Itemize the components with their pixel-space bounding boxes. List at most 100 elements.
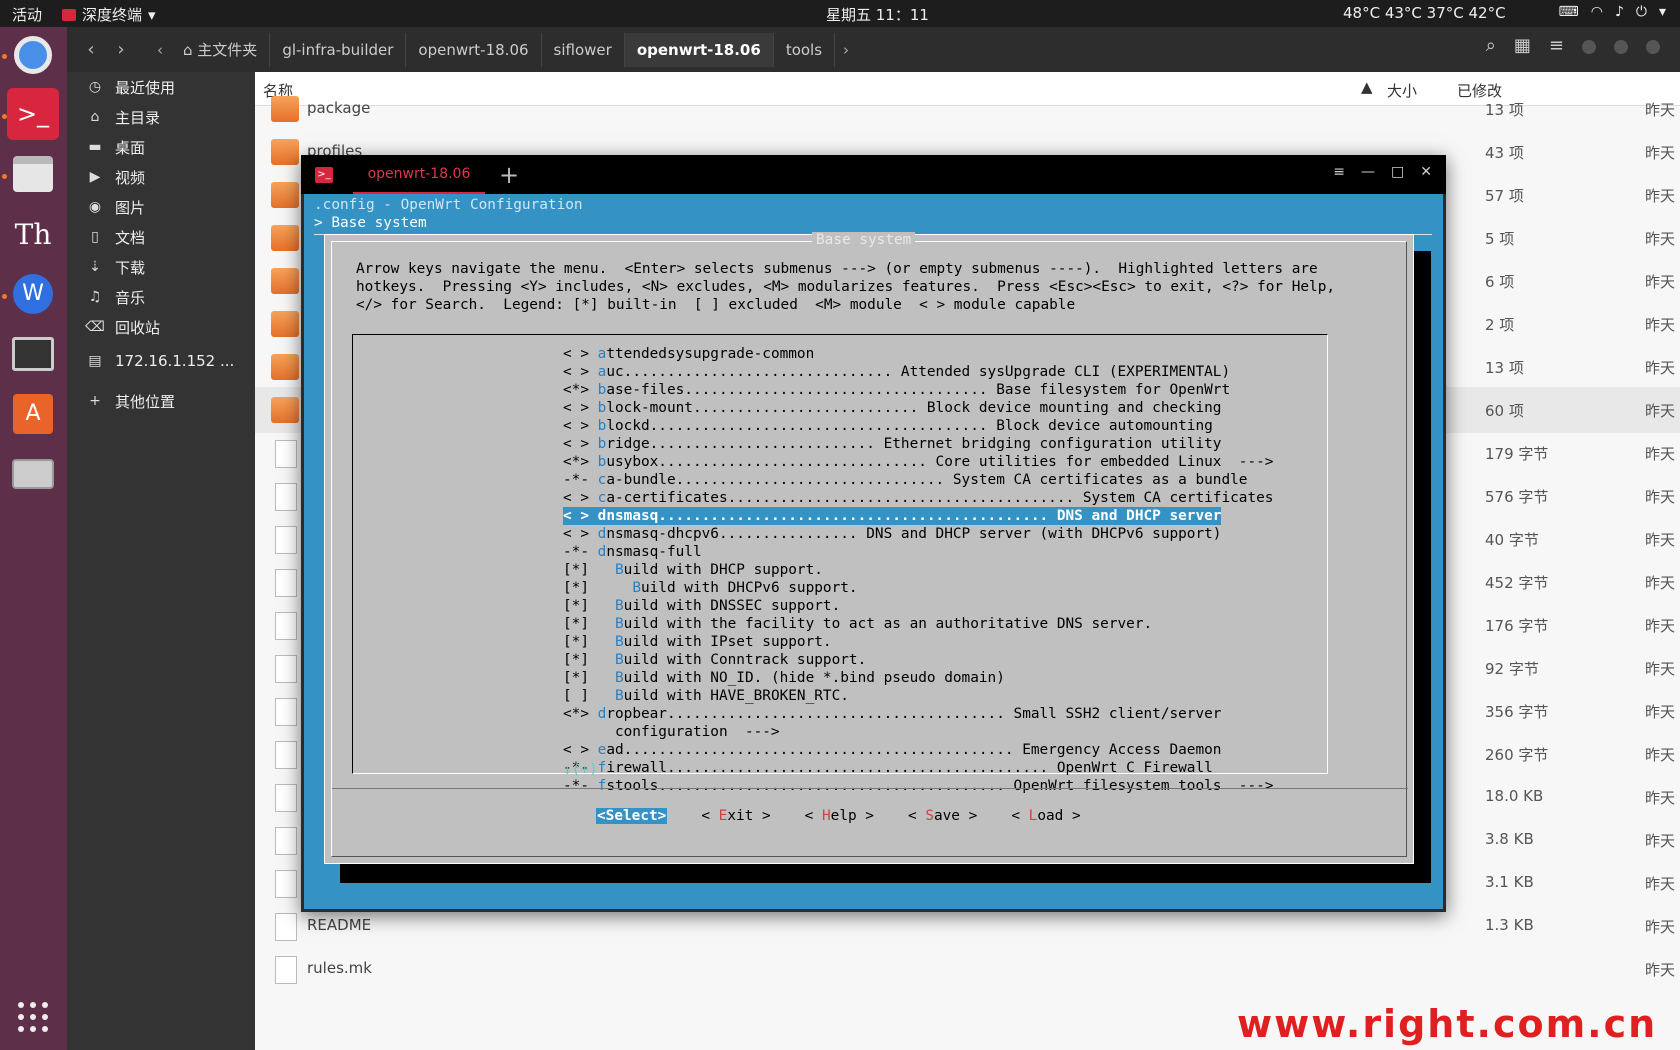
file-row[interactable]: rules.mk 昨天 <box>255 946 1680 992</box>
close-icon[interactable]: ✕ <box>1420 164 1432 180</box>
breadcrumb-scroll-right[interactable]: › <box>835 33 857 67</box>
menu-item[interactable]: < > bridge.......................... Eth… <box>563 435 1273 453</box>
close-button[interactable] <box>1646 40 1660 54</box>
menu-item[interactable]: <*> base-files..........................… <box>563 381 1273 399</box>
file-icon <box>275 827 297 855</box>
menu-item[interactable]: -*- firewall............................… <box>563 759 1273 777</box>
menu-item[interactable]: < > auc............................... A… <box>563 363 1273 381</box>
sidebar-item[interactable]: ▯ 文档 <box>67 222 255 252</box>
file-size: 18.0 KB <box>1485 787 1544 805</box>
minimize-icon[interactable]: — <box>1361 164 1375 180</box>
terminal-body[interactable]: .config - OpenWrt Configuration > Base s… <box>304 194 1443 909</box>
folder-icon <box>271 225 299 251</box>
dialog-button[interactable]: < Help > <box>805 808 874 824</box>
breadcrumb-scroll-left[interactable]: ‹ <box>149 33 171 67</box>
terminal-tab[interactable]: openwrt-18.06 <box>353 155 485 194</box>
chevron-down-icon: ▾ <box>1658 4 1666 20</box>
sidebar-item[interactable]: ▤ 172.16.1.152 ... <box>67 346 255 376</box>
sidebar-item[interactable]: ◷ 最近使用 <box>67 72 255 102</box>
maximize-button[interactable] <box>1614 40 1628 54</box>
sidebar-item[interactable]: + 其他位置 <box>67 386 255 416</box>
monitor-icon[interactable] <box>7 328 59 380</box>
dialog-button[interactable]: < Load > <box>1011 808 1080 824</box>
help-text: Arrow keys navigate the menu. <Enter> se… <box>356 261 1336 313</box>
menu-item[interactable]: <*> dropbear............................… <box>563 705 1273 723</box>
menu-item[interactable]: -*- fstools.............................… <box>563 777 1273 795</box>
file-size: 60 项 <box>1485 402 1524 420</box>
menu-item[interactable]: < > attendedsysupgrade-common <box>563 345 1273 363</box>
file-name: README <box>307 916 372 934</box>
show-apps-icon[interactable] <box>18 1002 48 1032</box>
status-area[interactable]: ⌨ ◠ ♪ ⏻ ▾ <box>1559 4 1666 20</box>
menu-item-row: < > ead.................................… <box>563 741 1273 759</box>
breadcrumb-item[interactable]: tools <box>774 33 836 67</box>
sidebar-item[interactable]: ▬ 桌面 <box>67 132 255 162</box>
wps-icon[interactable]: W <box>7 268 59 320</box>
menu-icon[interactable]: ≡ <box>1549 35 1564 56</box>
minimize-button[interactable] <box>1582 40 1596 54</box>
sidebar-item-label: 回收站 <box>115 318 161 337</box>
app-menu[interactable]: 深度终端 ▾ <box>62 4 156 25</box>
menu-icon[interactable]: ≡ <box>1333 164 1345 180</box>
dialog-button[interactable]: <Select> <box>596 808 668 824</box>
menu-item[interactable]: [ ] Build with HAVE_BROKEN_RTC. <box>563 687 1273 705</box>
breadcrumb-item[interactable]: openwrt-18.06 <box>406 33 542 67</box>
temperature-indicator[interactable]: 48°C 43°C 37°C 42°C <box>1343 4 1506 22</box>
menu-item-state: <*> <box>563 382 598 398</box>
menu-item[interactable]: < > dnsmasq-dhcpv6................ DNS a… <box>563 525 1273 543</box>
menu-item[interactable]: < > ca-certificates.....................… <box>563 489 1273 507</box>
file-icon <box>275 612 297 640</box>
sidebar-item[interactable]: ⌫ 回收站 <box>67 312 255 342</box>
menu-item[interactable]: [*] Build with Conntrack support. <box>563 651 1273 669</box>
file-row[interactable]: package 13 项 昨天 <box>255 86 1680 132</box>
sidebar-item[interactable]: ⇣ 下载 <box>67 252 255 282</box>
file-modified: 昨天 <box>1645 316 1676 334</box>
menu-item[interactable]: [*] Build with DHCP support. <box>563 561 1273 579</box>
new-tab-button[interactable]: + <box>499 161 519 189</box>
menu-item[interactable]: configuration ---> <box>563 723 1273 741</box>
menu-item[interactable]: [*] Build with the facility to act as an… <box>563 615 1273 633</box>
menu-item[interactable]: < > blockd..............................… <box>563 417 1273 435</box>
camera-icon[interactable] <box>7 448 59 500</box>
forward-button[interactable]: › <box>107 36 135 64</box>
menu-item[interactable]: -*- dnsmasq-full <box>563 543 1273 561</box>
dialog-button[interactable]: < Save > <box>908 808 977 824</box>
maximize-icon[interactable]: □ <box>1391 164 1404 180</box>
sidebar-item[interactable]: ▶ 视频 <box>67 162 255 192</box>
breadcrumb-item[interactable]: gl-infra-builder <box>270 33 407 67</box>
sidebar-item[interactable]: ⌂ 主目录 <box>67 102 255 132</box>
breadcrumb-item[interactable]: siflower <box>542 33 625 67</box>
view-grid-icon[interactable]: ▦ <box>1514 35 1531 56</box>
menu-item[interactable]: [*] Build with DHCPv6 support. <box>563 579 1273 597</box>
files-icon[interactable] <box>7 148 59 200</box>
menu-item-state: <*> <box>563 706 598 722</box>
software-center-icon[interactable]: A <box>7 388 59 440</box>
sidebar-item[interactable]: ♫ 音乐 <box>67 282 255 312</box>
menu-item[interactable]: <*> busybox.............................… <box>563 453 1273 471</box>
menu-item-row: <*> dropbear............................… <box>563 705 1273 723</box>
menu-item[interactable]: < > ead.................................… <box>563 741 1273 759</box>
breadcrumb-home[interactable]: ⌂ 主文件夹 <box>171 33 271 67</box>
file-modified: 昨天 <box>1645 531 1676 549</box>
menu-item[interactable]: [*] Build with IPset support. <box>563 633 1273 651</box>
clock[interactable]: 星期五 11：11 <box>826 4 929 25</box>
menu-item[interactable]: -*- ca-bundle...........................… <box>563 471 1273 489</box>
breadcrumb-item-active[interactable]: openwrt-18.06 <box>624 33 774 67</box>
file-icon <box>275 483 297 511</box>
search-icon[interactable]: ⌕ <box>1486 35 1496 56</box>
folder-icon <box>271 354 299 380</box>
menu-item[interactable]: < > block-mount.........................… <box>563 399 1273 417</box>
menu-item[interactable]: [*] Build with NO_ID. (hide *.bind pseud… <box>563 669 1273 687</box>
back-button[interactable]: ‹ <box>77 36 105 64</box>
chrome-icon[interactable] <box>7 29 59 81</box>
sidebar-item[interactable]: ◉ 图片 <box>67 192 255 222</box>
app-name: 深度终端 <box>82 6 143 24</box>
menu-item-selected[interactable]: < > dnsmasq.............................… <box>563 507 1222 525</box>
menu-item[interactable]: [*] Build with DNSSEC support. <box>563 597 1273 615</box>
menu-item-row: <*> base-files..........................… <box>563 381 1273 399</box>
menu-item-state: [*] <box>563 598 615 614</box>
activities-button[interactable]: 活动 <box>12 4 42 25</box>
font-icon[interactable]: Th <box>7 208 59 260</box>
terminal-icon[interactable]: >_ <box>7 88 59 140</box>
dialog-button[interactable]: < Exit > <box>701 808 770 824</box>
